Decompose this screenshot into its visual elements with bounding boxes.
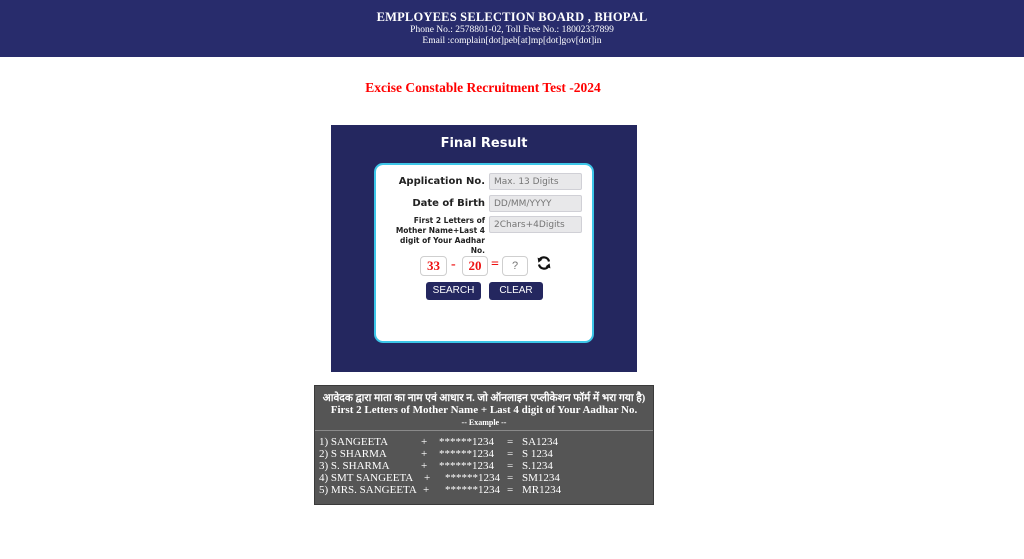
example-plus: + [423, 484, 430, 496]
example-name: 3) S. SHARMA [319, 460, 390, 472]
clear-button[interactable]: CLEAR [489, 282, 543, 300]
example-name: 4) SMT SANGEETA [319, 472, 414, 484]
example-plus: + [421, 460, 428, 472]
mother-aadhar-label-line: No. [470, 246, 485, 255]
example-equals: = [507, 460, 514, 472]
result-form-panel: Final Result Application No. Date of Bir… [331, 125, 637, 372]
example-digits: ******1234 [445, 484, 500, 496]
example-digits: ******1234 [439, 448, 494, 460]
example-digits: ******1234 [439, 460, 494, 472]
page-title: Excise Constable Recruitment Test -2024 [365, 80, 601, 95]
example-equals: = [507, 448, 514, 460]
contact-email: Email :complain[dot]peb[at]mp[dot]gov[do… [422, 36, 602, 46]
example-result: SA1234 [522, 436, 559, 448]
dob-input[interactable] [489, 195, 582, 212]
mother-aadhar-label: First 2 Letters of Mother Name+Last 4 di… [376, 216, 485, 256]
example-digits: ******1234 [439, 436, 494, 448]
example-plus: + [424, 472, 431, 484]
search-button[interactable]: SEARCH [426, 282, 481, 300]
captcha-answer-input[interactable] [502, 256, 528, 276]
example-name: 2) S SHARMA [319, 448, 387, 460]
contact-phone: Phone No.: 2578801-02, Toll Free No.: 18… [410, 25, 614, 35]
example-plus: + [421, 436, 428, 448]
hindi-instruction: आवेदक द्वारा माता का नाम एवं आधार न. जो … [322, 393, 646, 404]
captcha-equals: = [491, 257, 499, 272]
example-result: MR1234 [522, 484, 562, 496]
example-equals: = [507, 472, 514, 484]
mother-aadhar-label-line: First 2 Letters of [413, 216, 485, 225]
example-result: S 1234 [522, 448, 553, 460]
example-name: 5) MRS. SANGEETA [319, 484, 417, 496]
example-result: S.1234 [522, 460, 553, 472]
application-label: Application No. [398, 176, 485, 187]
example-plus: + [421, 448, 428, 460]
refresh-icon[interactable] [536, 255, 552, 271]
english-instruction: First 2 Letters of Mother Name + Last 4 … [330, 404, 638, 416]
example-heading: -- Example -- [461, 418, 507, 427]
divider [315, 430, 653, 431]
example-result: SM1234 [522, 472, 560, 484]
captcha-operator: - [451, 257, 456, 272]
mother-aadhar-label-line: Mother Name+Last 4 [395, 226, 485, 235]
captcha-number-a: 33 [420, 256, 447, 276]
captcha-number-b: 20 [462, 256, 488, 276]
example-equals: = [507, 436, 514, 448]
site-header: EMPLOYEES SELECTION BOARD , BHOPAL Phone… [0, 0, 1024, 57]
mother-aadhar-label-line: digit of Your Aadhar [400, 236, 485, 245]
application-input[interactable] [489, 173, 582, 190]
board-title: EMPLOYEES SELECTION BOARD , BHOPAL [376, 10, 648, 24]
form-title: Final Result [440, 136, 528, 151]
example-equals: = [507, 484, 514, 496]
dob-label: Date of Birth [412, 198, 485, 209]
example-name: 1) SANGEETA [319, 436, 389, 448]
aadhar-example-box: आवेदक द्वारा माता का नाम एवं आधार न. जो … [314, 385, 654, 505]
result-form: Application No. Date of Birth First 2 Le… [374, 163, 594, 343]
example-digits: ******1234 [445, 472, 500, 484]
mother-aadhar-input[interactable] [489, 216, 582, 233]
